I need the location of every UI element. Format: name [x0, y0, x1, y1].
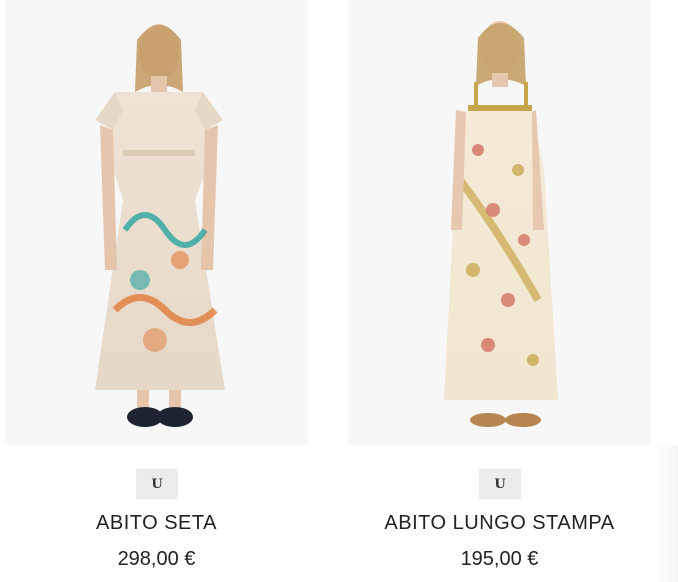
dress-photo-icon	[95, 24, 225, 427]
page-edge-shadow	[654, 445, 678, 582]
product-price: 298,00 €	[117, 548, 196, 570]
product-title[interactable]: ABITO LUNGO STAMPA	[348, 512, 651, 535]
product-title[interactable]: ABITO SETA	[5, 512, 308, 535]
product-card[interactable]: U ABITO LUNGO STAMPA 195,00 €	[348, 0, 651, 582]
dress-photo-icon	[444, 21, 558, 427]
product-price: 195,00 €	[460, 548, 539, 570]
badge: U	[479, 469, 521, 499]
badge: U	[136, 469, 178, 499]
badge-label: U	[151, 476, 163, 492]
badge-label: U	[494, 476, 506, 492]
product-card[interactable]: U ABITO SETA 298,00 €	[5, 0, 308, 582]
product-image[interactable]	[348, 0, 651, 445]
product-image[interactable]	[5, 0, 308, 445]
